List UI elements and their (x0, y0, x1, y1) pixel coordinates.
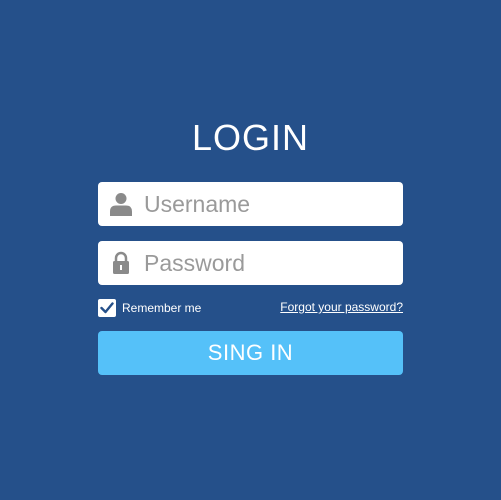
login-title: LOGIN (191, 117, 310, 158)
remember-checkbox[interactable] (98, 299, 116, 317)
remember-label[interactable]: Remember me (122, 301, 201, 315)
sign-in-button[interactable]: SING IN (98, 331, 403, 375)
password-input[interactable] (144, 241, 394, 285)
lock-icon (98, 241, 144, 285)
remember-me[interactable]: Remember me (98, 298, 201, 318)
username-field[interactable] (98, 182, 403, 226)
user-icon (98, 182, 144, 226)
password-field[interactable] (98, 241, 403, 285)
forgot-password-link[interactable]: Forgot your password? (280, 300, 403, 314)
username-input[interactable] (144, 182, 394, 226)
checkmark-icon (100, 302, 114, 314)
